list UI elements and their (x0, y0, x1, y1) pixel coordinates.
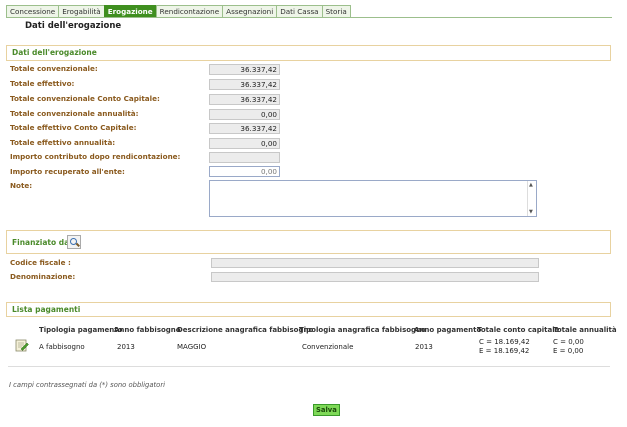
col-descrizione-anagrafica: Descrizione anagrafica fabbisogno (177, 326, 314, 334)
label-denominazione: Denominazione: (10, 272, 76, 281)
scroll-up-icon[interactable]: ▲ (529, 182, 533, 188)
label-totale-convenzionale: Totale convenzionale: (10, 64, 98, 73)
importo-recuperato-input[interactable]: 0,00 (209, 166, 280, 177)
field-totale-conv-annualita: 0,00 (209, 109, 280, 120)
label-totale-effettivo: Totale effettivo: (10, 79, 75, 88)
cell-conto-capitale-e: E = 18.169,42 (479, 347, 530, 355)
label-totale-eff-conto-capitale: Totale effettivo Conto Capitale: (10, 123, 137, 132)
tab-divider (6, 17, 612, 18)
cell-tipologia: A fabbisogno (39, 343, 85, 351)
cell-conto-capitale-c: C = 18.169,42 (479, 338, 530, 346)
scroll-down-icon[interactable]: ▼ (529, 209, 533, 215)
page-title: Dati dell'erogazione (25, 21, 122, 31)
save-button[interactable]: Salva (313, 404, 340, 416)
label-totale-conv-conto-capitale: Totale convenzionale Conto Capitale: (10, 94, 160, 103)
search-icon[interactable] (67, 235, 81, 249)
field-totale-eff-annualita: 0,00 (209, 138, 280, 149)
section-finanziato: Finanziato da (6, 230, 611, 254)
cell-tipologia-anagrafica: Convenzionale (302, 343, 354, 351)
col-totale-conto-capitale: Totale conto capitale (477, 326, 560, 334)
field-totale-effettivo: 36.337,42 (209, 79, 280, 90)
section-dati-erogazione: Dati dell'erogazione (6, 45, 611, 61)
field-totale-convenzionale: 36.337,42 (209, 64, 280, 75)
col-tipologia-pagamento: Tipologia pagamento (39, 326, 123, 334)
table-divider (8, 366, 610, 367)
field-importo-contributo (209, 152, 280, 163)
note-scrollbar[interactable]: ▲ ▼ (527, 181, 536, 216)
cell-annualita-c: C = 0,00 (553, 338, 584, 346)
label-totale-eff-annualita: Totale effettivo annualità: (10, 138, 116, 147)
label-totale-conv-annualita: Totale convenzionale annualità: (10, 109, 139, 118)
section-lista-pagamenti: Lista pagamenti (6, 302, 611, 317)
section-title: Finanziato da (12, 238, 70, 247)
label-codice-fiscale: Codice fiscale : (10, 258, 71, 267)
cell-annualita-e: E = 0,00 (553, 347, 584, 355)
col-anno-fabbisogno: Anno fabbisogno (114, 326, 181, 334)
edit-row-icon[interactable] (15, 338, 29, 352)
note-textarea[interactable]: ▲ ▼ (209, 180, 537, 217)
field-totale-eff-conto-capitale: 36.337,42 (209, 123, 280, 134)
col-totale-annualita: Totale annualità (553, 326, 617, 334)
col-tipologia-anagrafica: Tipologia anagrafica fabbisogno (299, 326, 426, 334)
section-title: Dati dell'erogazione (12, 48, 97, 57)
cell-anno-fabbisogno: 2013 (117, 343, 135, 351)
field-denominazione (211, 272, 539, 282)
required-fields-note: I campi contrassegnati da (*) sono obbli… (9, 381, 166, 389)
cell-descrizione: MAGGIO (177, 343, 207, 351)
label-note: Note: (10, 181, 33, 190)
field-totale-conv-conto-capitale: 36.337,42 (209, 94, 280, 105)
label-importo-contributo: Importo contributo dopo rendicontazione: (10, 152, 181, 161)
col-anno-pagamento: Anno pagamento (414, 326, 482, 334)
field-codice-fiscale (211, 258, 539, 268)
label-importo-recuperato: Importo recuperato all'ente: (10, 167, 125, 176)
cell-anno-pagamento: 2013 (415, 343, 433, 351)
section-title: Lista pagamenti (12, 305, 81, 314)
